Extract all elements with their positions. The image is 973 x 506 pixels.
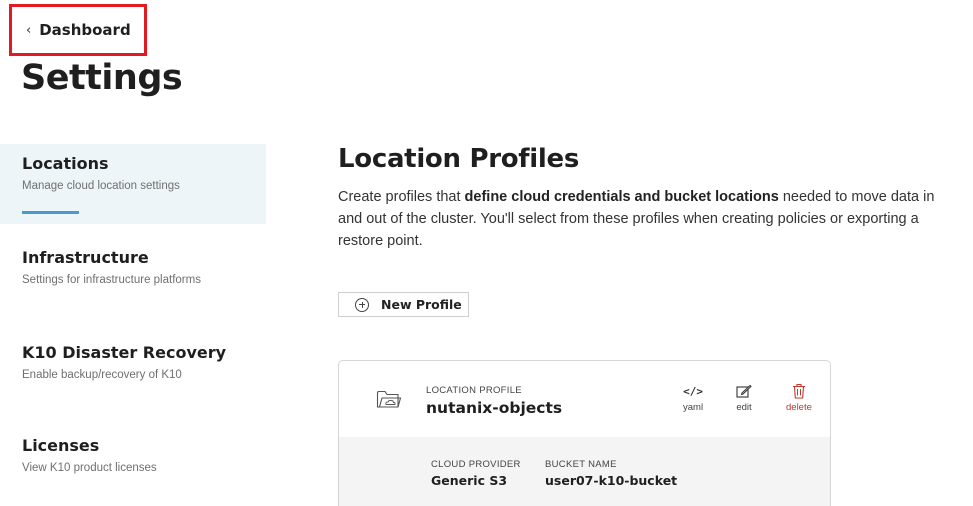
yaml-label: yaml bbox=[683, 402, 704, 413]
plus-circle-icon bbox=[355, 297, 369, 312]
back-to-dashboard-link[interactable]: ‹ Dashboard bbox=[9, 4, 147, 56]
edit-label: edit bbox=[736, 402, 752, 413]
sidebar-item-subtitle: Settings for infrastructure platforms bbox=[22, 274, 201, 286]
folder-cloud-icon bbox=[376, 388, 402, 414]
profile-details: CLOUD PROVIDER Generic S3 BUCKET NAME us… bbox=[339, 437, 830, 506]
cloud-provider-value: Generic S3 bbox=[431, 473, 508, 488]
profile-name: nutanix-objects bbox=[426, 399, 563, 417]
location-profile-card: LOCATION PROFILE nutanix-objects </> yam… bbox=[338, 360, 831, 506]
cloud-provider-field: CLOUD PROVIDER Generic S3 bbox=[431, 459, 521, 488]
cloud-provider-label: CLOUD PROVIDER bbox=[431, 459, 521, 470]
active-indicator bbox=[22, 211, 79, 214]
page-title: Settings bbox=[21, 58, 183, 98]
sidebar-item-disaster-recovery[interactable]: K10 Disaster Recovery Enable backup/reco… bbox=[0, 333, 266, 403]
sidebar-item-subtitle: Enable backup/recovery of K10 bbox=[22, 369, 182, 381]
sidebar-item-infrastructure[interactable]: Infrastructure Settings for infrastructu… bbox=[0, 238, 266, 308]
sidebar-item-locations[interactable]: Locations Manage cloud location settings bbox=[0, 144, 266, 224]
edit-icon bbox=[736, 383, 752, 399]
description-text: Create profiles that bbox=[338, 189, 465, 205]
section-description: Create profiles that define cloud creden… bbox=[338, 186, 953, 252]
profile-kind-label: LOCATION PROFILE bbox=[426, 385, 522, 396]
delete-label: delete bbox=[786, 402, 812, 413]
sidebar-item-title: Licenses bbox=[22, 436, 100, 455]
sidebar-item-licenses[interactable]: Licenses View K10 product licenses bbox=[0, 426, 266, 496]
sidebar-item-subtitle: View K10 product licenses bbox=[22, 462, 157, 474]
new-profile-button[interactable]: New Profile bbox=[338, 292, 469, 317]
bucket-name-field: BUCKET NAME user07-k10-bucket bbox=[545, 459, 677, 488]
back-link-label: Dashboard bbox=[39, 21, 131, 39]
yaml-button[interactable]: </> yaml bbox=[683, 383, 704, 414]
bucket-name-value: user07-k10-bucket bbox=[545, 473, 678, 488]
chevron-left-icon: ‹ bbox=[26, 22, 32, 38]
sidebar-item-subtitle: Manage cloud location settings bbox=[22, 180, 180, 192]
description-emphasis: define cloud credentials and bucket loca… bbox=[464, 189, 779, 205]
section-title: Location Profiles bbox=[338, 144, 580, 174]
bucket-name-label: BUCKET NAME bbox=[545, 459, 617, 470]
code-icon: </> bbox=[683, 384, 703, 398]
trash-icon bbox=[792, 383, 806, 399]
sidebar-item-title: K10 Disaster Recovery bbox=[22, 343, 227, 362]
edit-button[interactable]: edit bbox=[736, 383, 752, 413]
sidebar-item-title: Locations bbox=[22, 154, 109, 173]
sidebar-item-title: Infrastructure bbox=[22, 248, 149, 267]
delete-button[interactable]: delete bbox=[786, 383, 812, 413]
new-profile-label: New Profile bbox=[381, 297, 462, 312]
